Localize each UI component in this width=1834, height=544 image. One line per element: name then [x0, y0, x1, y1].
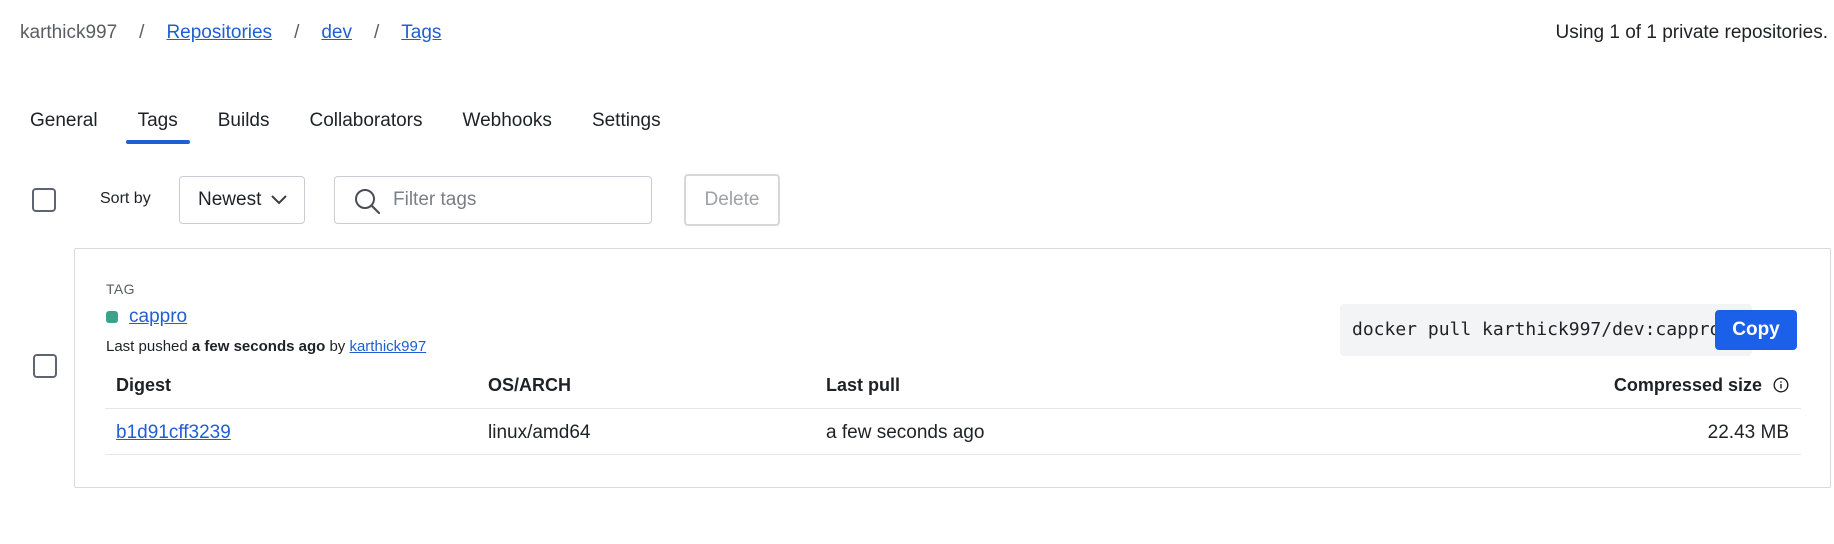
pushed-time: a few seconds ago — [191, 338, 326, 355]
last-pull-value: a few seconds ago — [826, 422, 985, 443]
os-arch-value: linux/amd64 — [488, 422, 591, 443]
copy-button[interactable]: Copy — [1715, 310, 1797, 350]
tag-status-indicator — [106, 311, 118, 323]
tag-line: cappro — [106, 306, 187, 328]
breadcrumb-separator: / — [294, 22, 300, 43]
last-pushed-info: Last pushed a few seconds ago by karthic… — [106, 338, 426, 355]
tab-collaborators[interactable]: Collaborators — [310, 108, 423, 144]
tab-webhooks[interactable]: Webhooks — [463, 108, 552, 144]
search-icon — [355, 189, 381, 215]
breadcrumb-separator: / — [373, 22, 380, 43]
sort-select[interactable]: Newest — [179, 176, 305, 224]
repo-tabs: General Tags Builds Collaborators Webhoo… — [30, 108, 701, 144]
filter-tags-input[interactable] — [393, 185, 633, 215]
info-icon[interactable] — [1773, 377, 1789, 393]
breadcrumb-tags-link[interactable]: Tags — [401, 22, 441, 44]
tab-tags[interactable]: Tags — [125, 108, 190, 144]
tab-builds[interactable]: Builds — [218, 108, 270, 144]
tab-general[interactable]: General — [30, 108, 98, 144]
pull-command-text: docker pull karthick997/dev:cappro — [1352, 319, 1721, 340]
breadcrumb-user: karthick997 — [20, 22, 118, 43]
digest-table: Digest OS/ARCH Last pull Compressed size… — [105, 361, 1801, 455]
tags-toolbar: Sort by Newest Delete — [32, 174, 792, 226]
breadcrumb-separator: / — [139, 22, 145, 43]
tag-row-checkbox[interactable] — [33, 354, 57, 378]
chevron-down-icon — [271, 195, 287, 205]
tag-name-link[interactable]: cappro — [129, 306, 187, 328]
header-compressed-size-label: Compressed size — [1613, 375, 1762, 395]
private-repo-usage: Using 1 of 1 private repositories. — [1555, 22, 1828, 43]
compressed-size-value: 22.43 MB — [1707, 422, 1789, 443]
table-header: Digest OS/ARCH Last pull Compressed size — [105, 361, 1801, 409]
header-digest: Digest — [116, 375, 172, 395]
table-row: b1d91cff3239 linux/amd64 a few seconds a… — [105, 409, 1801, 455]
header-last-pull: Last pull — [826, 375, 901, 395]
sort-value: Newest — [198, 189, 262, 210]
pull-command-box: docker pull karthick997/dev:cappro — [1340, 304, 1752, 356]
pushed-by-label: by — [329, 338, 346, 355]
pushed-prefix: Last pushed — [106, 338, 188, 355]
breadcrumb-repo-link[interactable]: dev — [321, 22, 352, 44]
breadcrumb-repositories-link[interactable]: Repositories — [166, 22, 272, 44]
tab-settings[interactable]: Settings — [592, 108, 661, 144]
tag-card: TAG cappro Last pushed a few seconds ago… — [33, 248, 1831, 488]
sort-label: Sort by — [100, 190, 151, 207]
pushed-user-link[interactable]: karthick997 — [349, 338, 426, 355]
delete-button[interactable]: Delete — [684, 174, 780, 226]
select-all-checkbox[interactable] — [32, 188, 56, 212]
header-os-arch: OS/ARCH — [488, 375, 572, 395]
filter-tags-field[interactable] — [334, 176, 652, 224]
digest-link[interactable]: b1d91cff3239 — [116, 422, 231, 444]
tag-heading: TAG — [106, 281, 135, 297]
breadcrumb: karthick997 / Repositories / dev / Tags — [20, 20, 441, 46]
header-compressed-size: Compressed size — [1614, 375, 1789, 396]
